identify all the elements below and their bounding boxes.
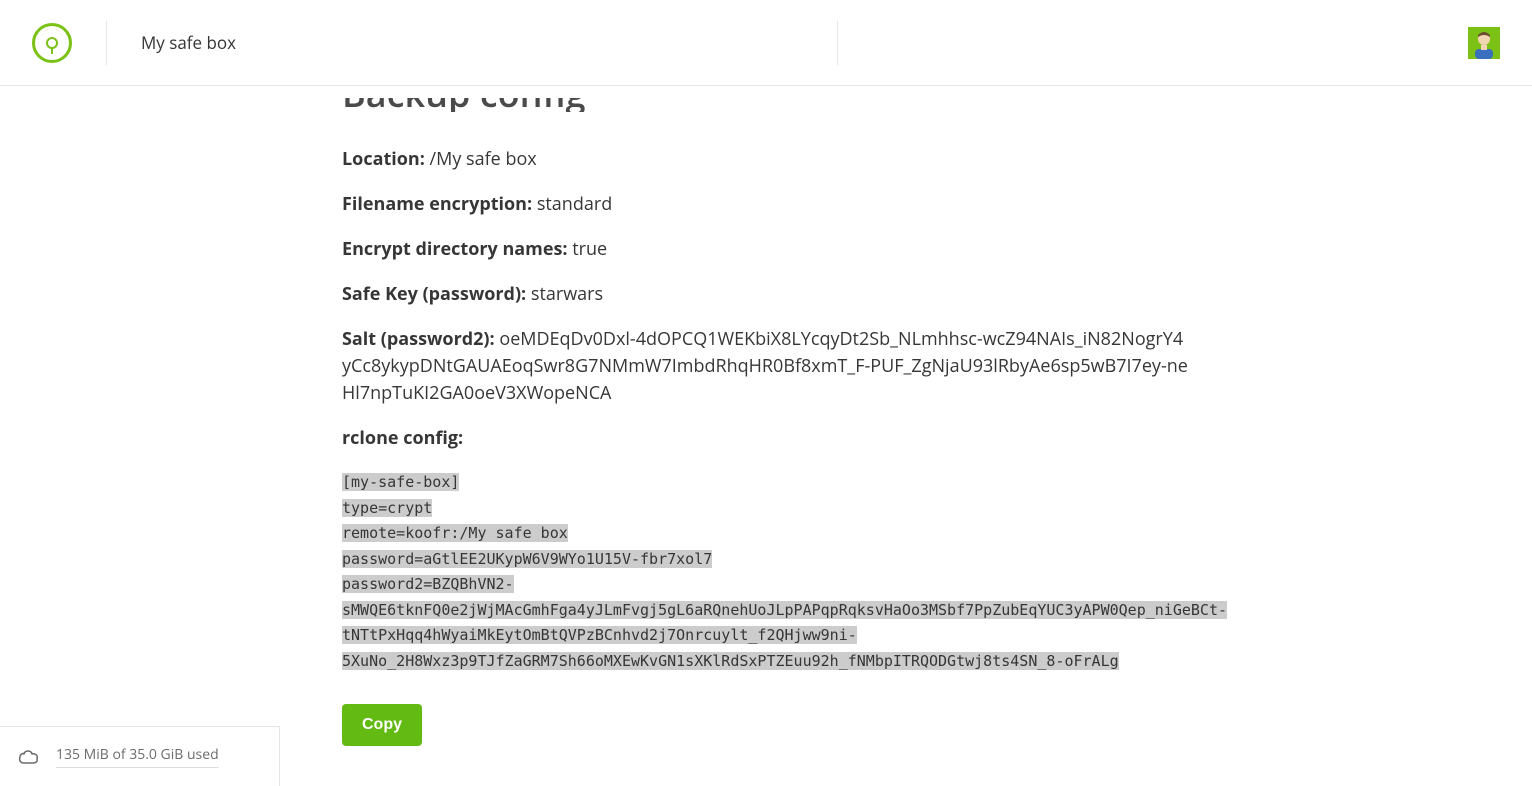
code-line: remote=koofr:/My safe box xyxy=(342,524,568,542)
field-location-label: Location: xyxy=(342,147,425,171)
field-salt-label: Salt (password2): xyxy=(342,327,495,351)
storage-footer[interactable]: 135 MiB of 35.0 GiB used xyxy=(0,726,280,786)
field-safe-key: Safe Key (password): starwars xyxy=(342,281,1190,308)
field-safe-key-value: starwars xyxy=(531,282,603,306)
field-filename-encryption-label: Filename encryption: xyxy=(342,192,532,216)
app-logo-icon[interactable] xyxy=(32,23,72,63)
field-rclone-label: rclone config: xyxy=(342,425,1190,452)
avatar[interactable] xyxy=(1468,27,1500,59)
field-encrypt-dirs-value: true xyxy=(572,237,607,261)
storage-text: 135 MiB of 35.0 GiB used xyxy=(56,745,219,768)
code-line: type=crypt xyxy=(342,499,432,517)
field-safe-key-label: Safe Key (password): xyxy=(342,282,526,306)
cloud-icon xyxy=(18,749,40,765)
field-salt: Salt (password2): oeMDEqDv0Dxl-4dOPCQ1WE… xyxy=(342,326,1190,407)
page-title: Backup config xyxy=(342,76,1190,112)
field-filename-encryption: Filename encryption: standard xyxy=(342,191,1190,218)
header: My safe box xyxy=(0,0,1532,86)
field-location: Location: /My safe box xyxy=(342,146,1190,173)
field-location-value: /My safe box xyxy=(430,147,537,171)
field-encrypt-dirs-label: Encrypt directory names: xyxy=(342,237,568,261)
code-line: [my-safe-box] xyxy=(342,473,459,491)
rclone-config-label: rclone config: xyxy=(342,426,463,450)
code-line: password=aGtlEE2UKypW6V9WYo1U15V-fbr7xol… xyxy=(342,550,712,568)
field-encrypt-dirs: Encrypt directory names: true xyxy=(342,236,1190,263)
field-filename-encryption-value: standard xyxy=(537,192,612,216)
breadcrumb[interactable]: My safe box xyxy=(141,31,236,54)
divider xyxy=(106,21,107,65)
main-content: Backup config Location: /My safe box Fil… xyxy=(0,76,1532,786)
divider xyxy=(837,21,838,65)
rclone-config-code: [my-safe-box] type=crypt remote=koofr:/M… xyxy=(342,470,1190,674)
code-line: password2=BZQBhVN2-sMWQE6tknFQ0e2jWjMAcG… xyxy=(342,575,1227,670)
copy-button[interactable]: Copy xyxy=(342,704,422,746)
